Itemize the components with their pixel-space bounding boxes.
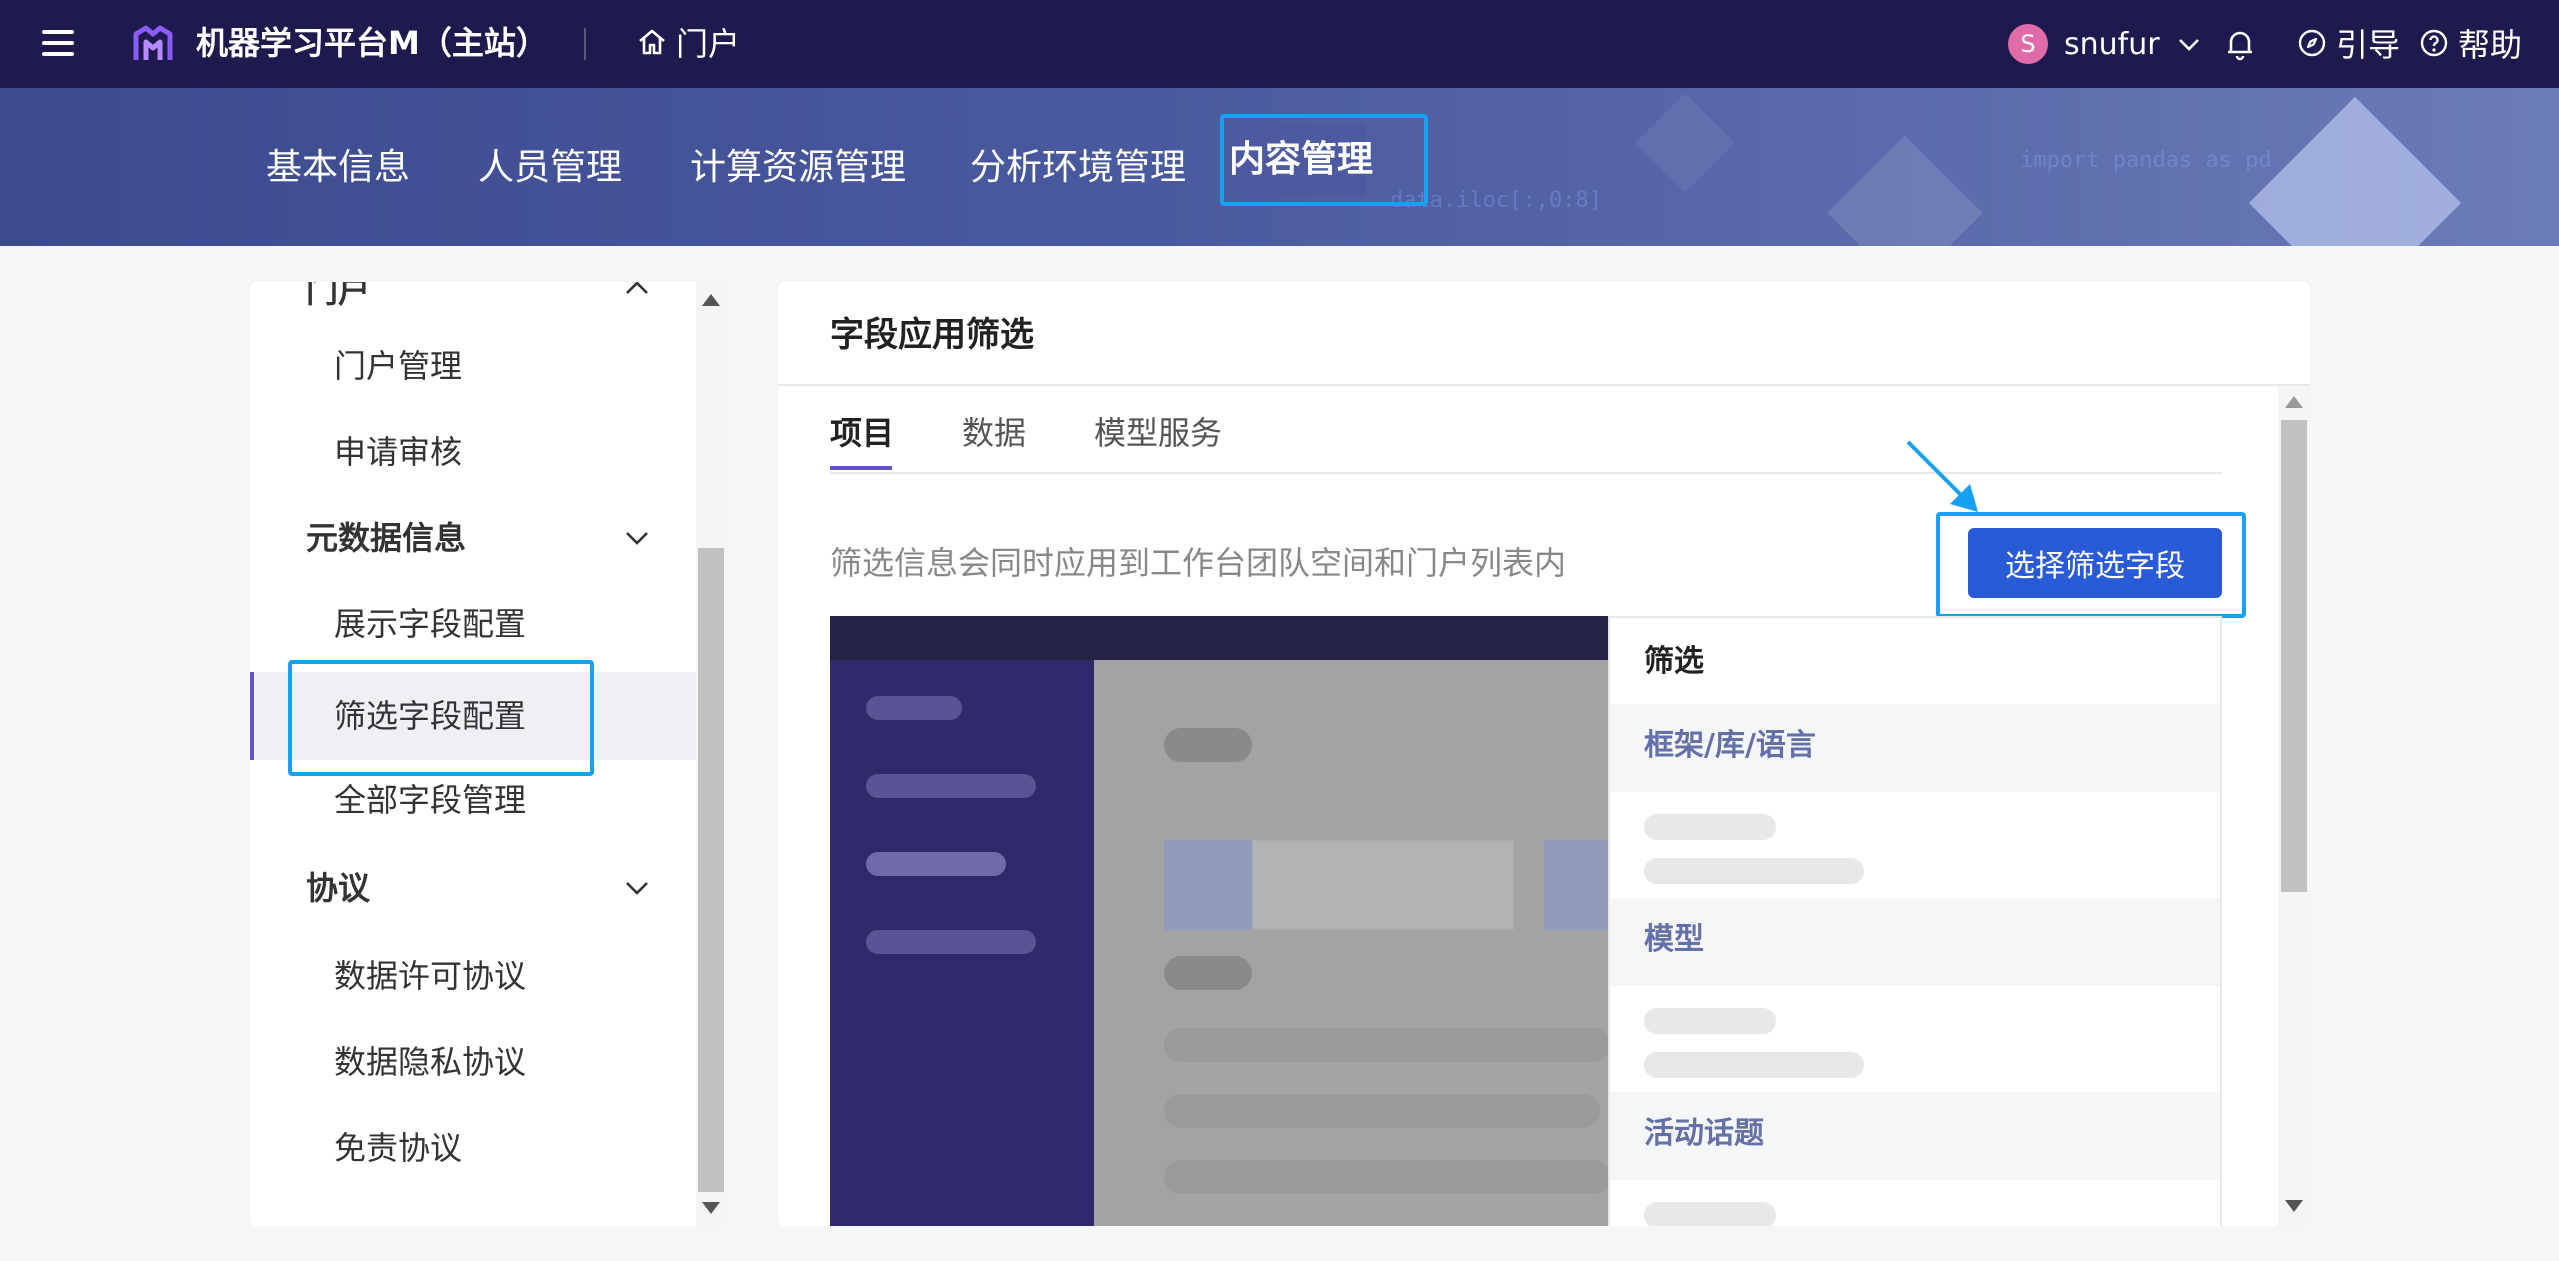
preview-placeholder	[866, 852, 1006, 876]
main-panel: 字段应用筛选 项目 数据 模型服务 筛选信息会同时应用到工作台团队空间和门户列表…	[778, 282, 2310, 1226]
tab-personnel[interactable]: 人员管理	[478, 138, 622, 198]
tab-data[interactable]: 数据	[962, 400, 1026, 466]
preview-placeholder	[1644, 814, 1776, 840]
select-filter-fields-button[interactable]: 选择筛选字段	[1968, 528, 2222, 598]
username: snufur	[2064, 26, 2160, 62]
help-label: 帮助	[2458, 26, 2523, 64]
guide-label: 引导	[2336, 26, 2401, 64]
sidebar-group-metadata[interactable]: 元数据信息	[306, 516, 466, 560]
sidebar-item-data-privacy[interactable]: 数据隐私协议	[334, 1040, 526, 1084]
portal-link[interactable]: 门户	[636, 20, 740, 64]
preview-placeholder	[866, 774, 1036, 798]
sidebar-item-filter-fields[interactable]: 筛选字段配置	[334, 694, 526, 738]
sidebar-menu: 门户 门户管理 申请审核 元数据信息 展示字段配置 筛选字段配置 全部字段管理 …	[250, 282, 696, 1226]
filter-section-frameworks: 框架/库/语言	[1610, 704, 2220, 792]
avatar: S	[2008, 24, 2048, 64]
filter-panel-title: 筛选	[1644, 644, 1704, 679]
hint-text: 筛选信息会同时应用到工作台团队空间和门户列表内	[830, 544, 1567, 582]
preview-placeholder	[1164, 1028, 1610, 1062]
filter-section-topics: 活动话题	[1610, 1092, 2220, 1180]
app-title: 机器学习平台M（主站）	[196, 24, 548, 62]
preview-topbar	[830, 616, 1610, 660]
title-divider	[778, 384, 2310, 386]
sidebar-group-agreements[interactable]: 协议	[306, 866, 370, 910]
preview-placeholder	[1644, 858, 1864, 884]
preview-filter-panel: 筛选 框架/库/语言 模型 活动话题	[1608, 616, 2222, 1226]
compass-icon	[2298, 29, 2326, 57]
page-title: 字段应用筛选	[830, 315, 1034, 355]
scroll-up-arrow[interactable]	[2285, 396, 2303, 408]
filter-section-label: 活动话题	[1644, 1116, 1764, 1151]
sidebar-item-application-review[interactable]: 申请审核	[334, 430, 462, 474]
tab-content-management[interactable]: 内容管理	[1229, 124, 1373, 196]
filter-preview-illustration: 筛选 框架/库/语言 模型 活动话题	[830, 616, 2222, 1226]
sidebar-item-display-fields[interactable]: 展示字段配置	[334, 602, 526, 646]
tab-analysis-env[interactable]: 分析环境管理	[970, 138, 1186, 198]
preview-placeholder	[1644, 1052, 1864, 1078]
home-icon	[639, 29, 665, 55]
user-menu[interactable]: S snufur	[2008, 22, 2202, 66]
active-tab-underline	[830, 466, 892, 470]
sidebar-item-disclaimer[interactable]: 免责协议	[334, 1126, 462, 1170]
preview-sidebar	[830, 660, 1094, 1226]
chevron-down-icon	[2178, 39, 2199, 51]
tab-compute-resources[interactable]: 计算资源管理	[690, 138, 906, 198]
portal-link-label: 门户	[676, 25, 741, 63]
preview-placeholder	[1164, 1160, 1610, 1194]
preview-main	[1094, 660, 1610, 1226]
filter-section-label: 模型	[1644, 922, 1704, 957]
help-link[interactable]: 帮助	[2418, 20, 2522, 66]
panel-scrollbar[interactable]	[2278, 386, 2310, 1226]
scroll-down-arrow[interactable]	[702, 1202, 720, 1214]
scroll-up-arrow[interactable]	[702, 294, 720, 306]
pointer-arrow-icon	[1906, 440, 1978, 512]
preview-placeholder	[1644, 1008, 1776, 1034]
scroll-down-arrow[interactable]	[2285, 1200, 2303, 1212]
hamburger-menu-icon[interactable]	[42, 28, 74, 58]
chevron-down-icon[interactable]	[622, 873, 652, 903]
admin-tabs: 基本信息 人员管理 计算资源管理 分析环境管理 内容管理	[0, 88, 2559, 246]
preview-placeholder	[1252, 840, 1514, 930]
tab-model-services[interactable]: 模型服务	[1094, 400, 1222, 466]
preview-placeholder	[1644, 1202, 1776, 1226]
top-bar: 机器学习平台M（主站） 门户 S snufur 引导 帮助	[0, 0, 2559, 88]
preview-placeholder	[1164, 728, 1252, 762]
preview-placeholder	[1544, 840, 1610, 930]
panel-scroll-thumb[interactable]	[2281, 420, 2307, 892]
sidebar: 门户 门户管理 申请审核 元数据信息 展示字段配置 筛选字段配置 全部字段管理 …	[250, 282, 726, 1226]
chevron-up-icon	[626, 282, 648, 294]
preview-placeholder	[1164, 1094, 1600, 1128]
sidebar-group-portal[interactable]: 门户	[306, 282, 370, 312]
chevron-down-icon[interactable]	[622, 523, 652, 553]
sidebar-item-portal-management[interactable]: 门户管理	[334, 344, 462, 388]
preview-placeholder	[1164, 956, 1252, 990]
content-tabs: 项目 数据 模型服务	[830, 400, 2222, 474]
header-divider	[584, 28, 586, 60]
preview-placeholder	[866, 930, 1036, 954]
admin-banner-nav: import pandas as pd data.iloc[:,0:8] 基本信…	[0, 88, 2559, 246]
bell-icon[interactable]	[2222, 26, 2258, 62]
sidebar-item-data-license[interactable]: 数据许可协议	[334, 954, 526, 998]
tab-basic-info[interactable]: 基本信息	[266, 138, 410, 198]
filter-section-models: 模型	[1610, 898, 2220, 986]
guide-link[interactable]: 引导	[2296, 20, 2400, 66]
question-circle-icon	[2420, 29, 2448, 57]
preview-placeholder	[866, 696, 962, 720]
sidebar-active-indicator	[250, 672, 254, 760]
sidebar-scroll-thumb[interactable]	[698, 548, 724, 1192]
preview-placeholder	[1164, 840, 1254, 930]
filter-section-label: 框架/库/语言	[1644, 728, 1816, 763]
header-right-nav: 引导 帮助	[2296, 20, 2522, 66]
tab-projects[interactable]: 项目	[830, 400, 894, 466]
sidebar-scrollbar[interactable]	[696, 282, 726, 1226]
app-logo-icon	[133, 25, 173, 60]
sidebar-item-all-fields[interactable]: 全部字段管理	[334, 778, 526, 822]
